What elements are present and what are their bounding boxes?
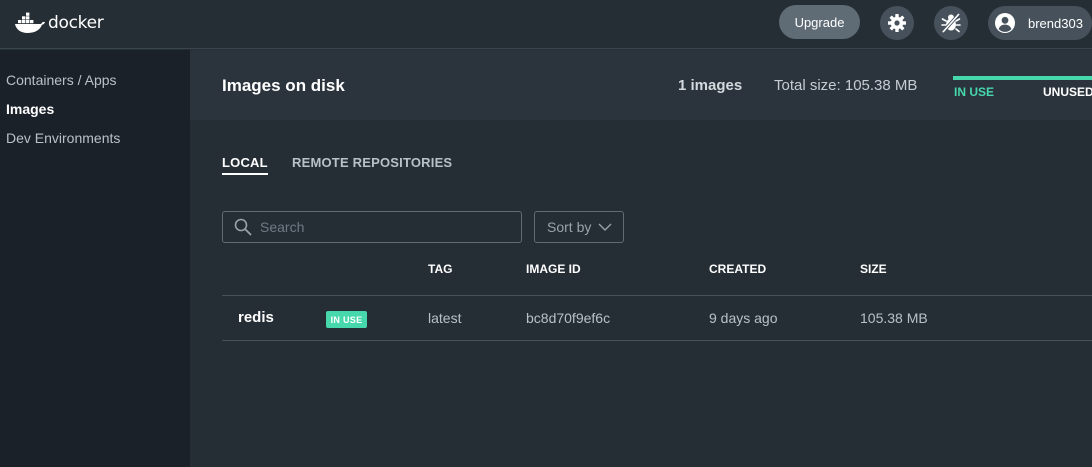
docker-whale-icon (15, 12, 45, 33)
search-field[interactable] (222, 211, 522, 243)
images-header: Images on disk 1 images Total size: 105.… (190, 50, 1092, 120)
image-count: 1 images (678, 77, 743, 94)
sort-by-label: Sort by (547, 219, 592, 235)
user-avatar-icon (995, 13, 1015, 33)
sidebar: Containers / Apps Images Dev Environment… (0, 50, 190, 467)
column-header-tag[interactable]: TAG (428, 262, 452, 276)
image-size: 105.38 MB (860, 310, 928, 326)
username: brend303 (1028, 15, 1083, 31)
tab-active-indicator (222, 173, 268, 175)
image-name: redis (238, 309, 274, 326)
gear-icon (888, 14, 906, 32)
image-tag: latest (428, 310, 462, 326)
usage-unused-label: UNUSED (1043, 85, 1092, 99)
image-created: 9 days ago (709, 310, 778, 326)
tab-remote-repositories[interactable]: REMOTE REPOSITORIES (292, 155, 452, 170)
disk-usage-bar (953, 76, 1092, 80)
sidebar-item-containers-apps[interactable]: Containers / Apps (6, 72, 117, 88)
usage-in-use-label: IN USE (954, 85, 995, 99)
chevron-down-icon (598, 223, 612, 231)
bug-icon (941, 12, 961, 34)
image-id: bc8d70f9ef6c (526, 310, 611, 326)
column-header-image-id[interactable]: IMAGE ID (526, 262, 581, 276)
main-content: Images on disk 1 images Total size: 105.… (190, 50, 1092, 467)
troubleshoot-button[interactable] (934, 6, 968, 40)
status-badge: IN USE (326, 311, 367, 328)
page-title: Images on disk (222, 76, 345, 95)
sidebar-item-dev-environments[interactable]: Dev Environments (6, 130, 120, 146)
logo-text: docker (48, 13, 104, 33)
sidebar-item-images[interactable]: Images (6, 101, 54, 117)
tab-local[interactable]: LOCAL (222, 155, 268, 170)
top-bar: docker Upgrade brend303 (0, 0, 1092, 49)
user-menu-button[interactable]: brend303 (988, 6, 1092, 40)
search-icon (234, 218, 252, 236)
sort-by-dropdown[interactable]: Sort by (534, 211, 624, 243)
table-row[interactable]: redis IN USE latest bc8d70f9ef6c 9 days … (222, 296, 1092, 340)
table-divider (222, 340, 1092, 341)
column-header-size[interactable]: SIZE (860, 262, 887, 276)
total-size: Total size: 105.38 MB (774, 77, 918, 94)
docker-logo[interactable]: docker (14, 11, 104, 35)
search-input[interactable] (260, 219, 510, 235)
settings-button[interactable] (880, 6, 914, 40)
column-header-created[interactable]: CREATED (709, 262, 766, 276)
upgrade-button[interactable]: Upgrade (779, 5, 860, 39)
